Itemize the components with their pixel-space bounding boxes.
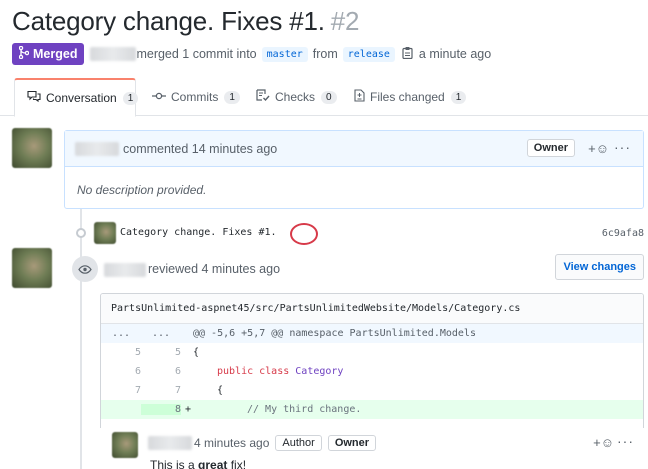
avatar[interactable] [94,222,116,244]
highlight-circle [290,223,318,245]
reviewer-name-redacted[interactable] [104,263,146,277]
opening-comment: commented 14 minutes ago Owner +☺ ··· No… [64,130,644,209]
new-line-number[interactable]: 8 [141,404,181,415]
tab-files-changed-label: Files changed [370,90,445,104]
expand-down-button[interactable]: ... [141,328,181,339]
diff-file-path[interactable]: PartsUnlimited-aspnet45/src/PartsUnlimit… [101,294,643,324]
diff-line-added: 8 + // My third change. [101,400,643,419]
head-branch[interactable]: release [342,46,395,62]
reply-text-prefix: This is a [150,458,195,469]
tab-commits-label: Commits [171,90,219,104]
clipboard-icon[interactable] [402,46,413,62]
diff-line: 5 5 { [101,343,643,362]
eye-icon [72,256,98,282]
merged-status-label: Merged [33,47,78,61]
diff-code: { [193,347,200,358]
old-line-number[interactable]: 6 [101,366,141,377]
kebab-horizontal-icon[interactable]: ··· [617,433,634,449]
diff-hunk-header: ... ... @@ -5,6 +5,7 @@ namespace PartsU… [101,324,643,343]
old-line-number[interactable]: 5 [101,347,141,358]
review-action: reviewed 4 minutes ago [148,262,281,276]
base-branch[interactable]: master [261,46,308,62]
diff-code: // My third change. [247,404,362,415]
merged-status-badge: Merged [12,43,85,65]
new-line-number[interactable]: 5 [141,347,181,358]
reply-text-suffix: fix! [230,458,247,469]
review-event: reviewed 4 minutes ago View changes [72,254,644,282]
tab-files-changed[interactable]: Files changed 1 [354,78,467,116]
pr-title-text: Category change. Fixes #1. [12,6,325,36]
comment-action: commented 14 minutes ago [123,141,278,156]
code-class-name: Category [295,366,344,377]
owner-badge: Owner [526,139,575,157]
avatar[interactable] [12,248,52,288]
comment-header: commented 14 minutes ago Owner +☺ ··· [65,131,643,167]
git-commit-icon [152,90,166,104]
tab-checks-count: 0 [321,90,337,104]
commenter-name-redacted[interactable] [75,141,119,156]
commit-message[interactable]: Category change. Fixes #1. [120,223,318,245]
diff-code: public class Category [217,366,343,377]
comment-discussion-icon [27,90,41,106]
tab-files-changed-count: 1 [450,90,467,104]
commit-event: Category change. Fixes #1. 6c9afa8 [72,222,644,245]
tab-commits[interactable]: Commits 1 [152,78,240,116]
diff-line: 6 6 public class Category [101,362,643,381]
commit-sha[interactable]: 6c9afa8 [602,228,644,239]
pr-meta: Merged merged 1 commit into master from … [12,43,491,65]
tab-checks[interactable]: Checks 0 [256,78,337,116]
pr-number: #2 [330,6,360,36]
new-line-number[interactable]: 7 [141,385,181,396]
pr-tabs: Conversation 1 Commits 1 Checks 0 Files … [0,78,648,117]
new-line-number[interactable]: 6 [141,366,181,377]
git-merge-icon [18,45,30,62]
tab-checks-label: Checks [275,90,316,104]
timeline-line [80,208,82,469]
kebab-horizontal-icon[interactable]: ··· [614,139,631,155]
review-comment-body: This is a great fix! [150,458,246,469]
author-badge: Author [275,435,322,451]
hunk-text: @@ -5,6 +5,7 @@ namespace PartsUnlimited… [193,328,476,339]
reviewer-name-redacted[interactable] [148,436,192,450]
review-comment-header: 4 minutes ago Author Owner [194,435,377,451]
file-diff-icon [354,89,365,105]
merged-text: merged 1 commit into [136,47,257,61]
avatar[interactable] [112,432,138,458]
pr-title: Category change. Fixes #1. #2 [12,6,359,37]
smiley-icon[interactable]: +☺ [588,141,609,156]
commit-message-text[interactable]: Category change. Fixes #1. [120,227,277,238]
diff-line: 7 7 { [101,381,643,400]
review-comment: 4 minutes ago Author Owner +☺ ··· This i… [100,428,644,469]
review-comment-time[interactable]: 4 minutes ago [194,436,269,450]
owner-badge: Owner [327,435,377,451]
expand-up-button[interactable]: ... [101,328,141,339]
tab-conversation[interactable]: Conversation 1 [14,78,139,117]
git-commit-icon [76,228,86,238]
view-changes-button[interactable]: View changes [555,254,644,280]
tab-conversation-count: 1 [122,91,139,105]
avatar[interactable] [12,128,52,168]
reply-text-bold: great [198,458,228,469]
from-text: from [312,47,338,61]
merge-time: a minute ago [418,47,492,61]
comment-body: No description provided. [77,183,207,197]
tab-commits-count: 1 [224,90,240,104]
added-sign: + [185,404,192,415]
old-line-number[interactable]: 7 [101,385,141,396]
diff-code: { [217,385,224,396]
checklist-icon [256,89,270,105]
author-name-redacted[interactable] [90,47,137,61]
code-keyword: public class [217,366,290,377]
smiley-icon[interactable]: +☺ [593,435,614,450]
tab-conversation-label: Conversation [46,91,117,105]
